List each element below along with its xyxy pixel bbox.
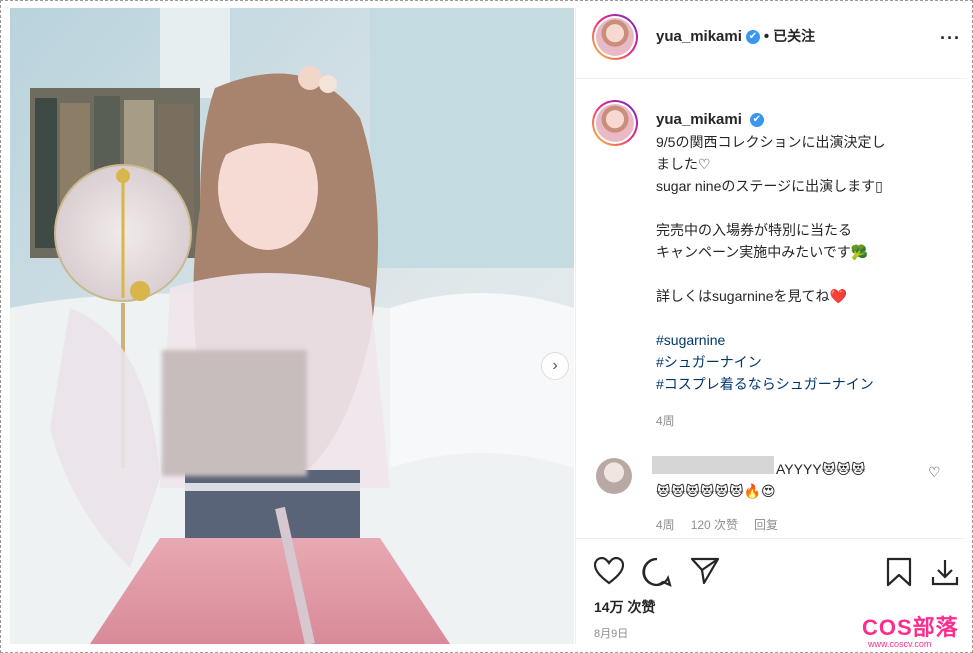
chevron-right-icon: › <box>552 357 558 374</box>
reply-button[interactable]: 回复 <box>754 518 778 532</box>
follow-status-button[interactable]: 已关注 <box>773 28 815 44</box>
watermark-logo: COS部落 <box>862 615 959 640</box>
caption-line: 9/5の関西コレクションに出演決定し <box>656 134 886 150</box>
comment-like-heart-icon[interactable]: ♡ <box>928 464 941 481</box>
comment-time: 4周 <box>656 518 675 532</box>
header-user-line: yua_mikami ✔ • 已关注 <box>656 26 815 46</box>
commenter-avatar[interactable] <box>596 458 632 494</box>
avatar-image <box>596 18 634 56</box>
caption-time: 4周 <box>656 414 675 428</box>
header-username[interactable]: yua_mikami <box>656 28 742 45</box>
watermark-url: www.coscv.com <box>868 639 932 649</box>
header-avatar[interactable] <box>592 14 638 60</box>
caption-line <box>656 197 956 219</box>
verified-badge-icon: ✔ <box>745 30 760 45</box>
caption-line: ました♡ <box>656 156 711 172</box>
hashtag-link[interactable]: #シュガーナイン <box>656 351 956 373</box>
comment-likes[interactable]: 120 次赞 <box>691 518 738 532</box>
hashtag-link[interactable]: #コスプレ着るならシュガーナイン <box>656 373 956 395</box>
post-header: yua_mikami ✔ • 已关注 ··· <box>576 8 966 79</box>
caption-username[interactable]: yua_mikami <box>656 111 742 128</box>
comment-text-line2: 😻😻😻😻😻😻🔥😍 <box>656 483 776 499</box>
photo-illustration <box>10 8 574 644</box>
more-options-icon[interactable]: ··· <box>940 28 961 49</box>
post-date: 8月9日 <box>594 628 629 640</box>
comment-meta: 4周 120 次赞 回复 <box>656 516 794 533</box>
caption-avatar[interactable] <box>592 100 638 146</box>
verified-badge-icon: ✔ <box>749 113 764 128</box>
comment-text-line1: AYYYY😻😻😻 <box>776 461 866 477</box>
likes-count[interactable]: 14万 次赞 <box>594 597 655 617</box>
like-heart-icon[interactable] <box>593 556 625 590</box>
carousel-next-button[interactable]: › <box>541 352 569 380</box>
hashtag-link[interactable]: #sugarnine <box>656 329 956 351</box>
caption-line: 完売中の入場券が特別に当たる <box>656 222 852 238</box>
redacted-username <box>652 456 774 474</box>
separator-dot: • <box>763 28 770 45</box>
post-photo[interactable]: › <box>10 8 574 644</box>
share-send-icon[interactable] <box>690 557 720 590</box>
avatar-image <box>596 104 634 142</box>
post-caption: yua_mikami ✔ 9/5の関西コレクションに出演決定し ました♡ sug… <box>656 108 956 395</box>
post-panel: yua_mikami ✔ • 已关注 ··· yua_mikami ✔ 9/5の関西コ… <box>575 8 966 644</box>
caption-line <box>656 307 956 329</box>
download-icon[interactable] <box>930 557 960 592</box>
caption-line: 詳しくはsugarnineを見てね❤️ <box>656 288 847 304</box>
caption-line: sugar nineのステージに出演します▯ <box>656 178 883 194</box>
caption-line: キャンペーン実施中みたいです🥦 <box>656 244 869 260</box>
comment-bubble-icon[interactable] <box>642 557 672 592</box>
bookmark-icon[interactable] <box>886 557 912 592</box>
caption-line <box>656 263 956 285</box>
redacted-area <box>162 350 307 476</box>
